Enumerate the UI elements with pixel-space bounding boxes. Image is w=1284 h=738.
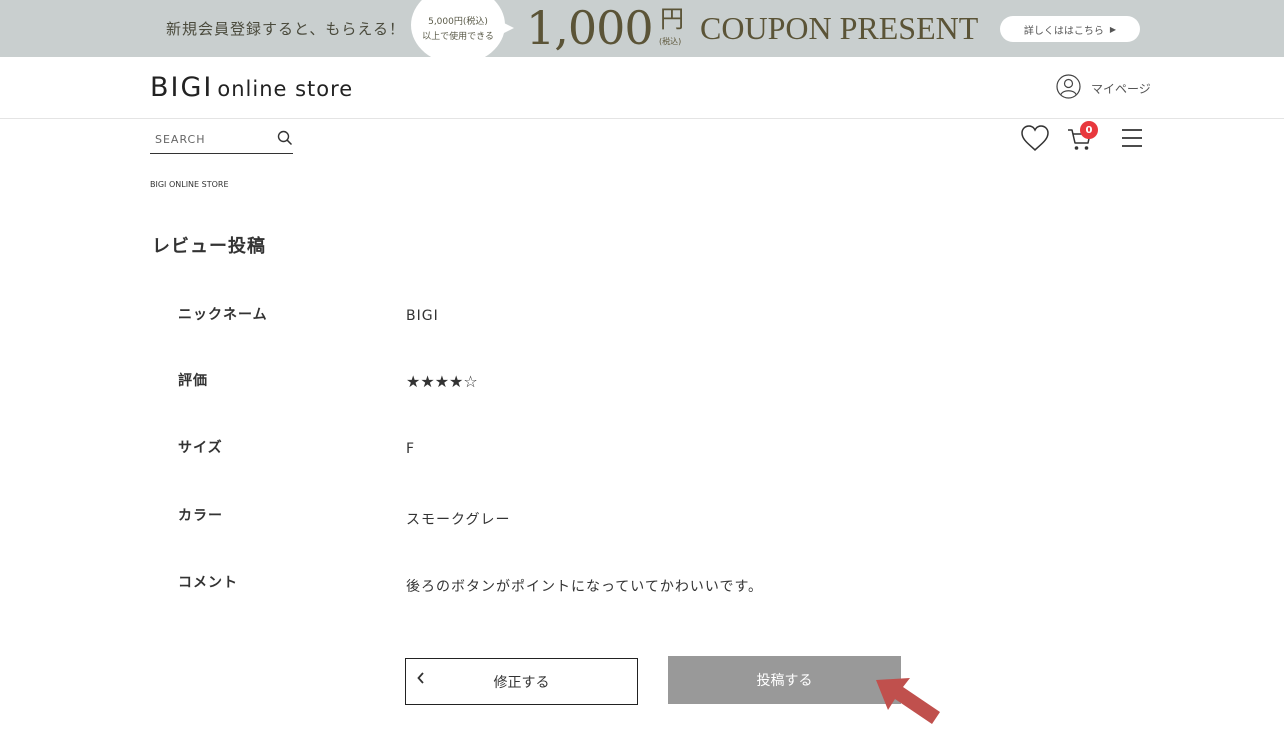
banner-details-button[interactable]: 詳しくははこちら ▶ xyxy=(1000,16,1140,42)
user-icon xyxy=(1056,74,1081,103)
banner-details-label: 詳しくははこちら xyxy=(1023,25,1104,37)
breadcrumb[interactable]: BIGI ONLINE STORE xyxy=(150,180,229,189)
nickname-label: ニックネーム xyxy=(178,307,268,323)
site-logo[interactable]: BIGI online store xyxy=(150,72,353,103)
logo-main-text: BIGI xyxy=(150,72,214,103)
comment-value: 後ろのボタンがポイントになっていてかわいいです。 xyxy=(406,579,764,595)
bubble-line1: 5,000円(税込) xyxy=(428,17,488,27)
edit-button-label: 修正する xyxy=(493,675,550,691)
review-row-color: カラー スモークグレー xyxy=(178,505,978,535)
banner-amount: 1,000 xyxy=(526,1,654,55)
rating-stars: ★★★★☆ xyxy=(406,372,478,391)
color-value: スモークグレー xyxy=(406,512,511,528)
pointer-arrow-icon xyxy=(870,672,944,732)
review-row-rating: 評価 ★★★★☆ xyxy=(178,370,978,400)
banner-coupon-text: COUPON PRESENT xyxy=(700,10,979,46)
edit-button[interactable]: 修正する xyxy=(405,658,638,705)
mypage-link[interactable]: マイページ xyxy=(1056,74,1151,103)
nickname-value: BIGI xyxy=(406,308,439,324)
rating-label: 評価 xyxy=(178,373,208,389)
review-row-size: サイズ F xyxy=(178,437,978,467)
header-divider xyxy=(0,118,1284,119)
review-row-nickname: ニックネーム BIGI xyxy=(178,304,978,334)
review-row-comment: コメント 後ろのボタンがポイントになっていてかわいいです。 xyxy=(178,572,978,602)
cart-count-badge: 0 xyxy=(1080,121,1098,139)
size-value: F xyxy=(406,441,416,457)
post-button[interactable]: 投稿する xyxy=(668,656,901,704)
search-bar xyxy=(150,127,293,154)
mypage-label: マイページ xyxy=(1091,82,1151,96)
bubble-line2: 以上で使用できる xyxy=(422,32,494,42)
page-title: レビュー投稿 xyxy=(152,236,266,257)
banner-yen: 円 xyxy=(660,5,684,33)
search-input[interactable] xyxy=(155,129,265,149)
banner-tax-note: (税込) xyxy=(659,37,682,46)
hamburger-menu-icon[interactable] xyxy=(1121,128,1143,152)
comment-label: コメント xyxy=(178,575,238,591)
banner-lead-text: 新規会員登録すると、もらえる！ xyxy=(166,20,405,38)
size-label: サイズ xyxy=(178,440,223,456)
promo-banner[interactable]: 新規会員登録すると、もらえる！ 5,000円(税込) 以上で使用できる 1,00… xyxy=(0,0,1284,57)
banner-bubble: 5,000円(税込) 以上で使用できる xyxy=(411,0,514,57)
search-icon[interactable] xyxy=(277,130,293,150)
color-label: カラー xyxy=(178,508,223,524)
logo-sub-text: online store xyxy=(217,77,354,101)
play-arrow-icon: ▶ xyxy=(1109,24,1117,34)
heart-icon[interactable] xyxy=(1020,124,1050,156)
